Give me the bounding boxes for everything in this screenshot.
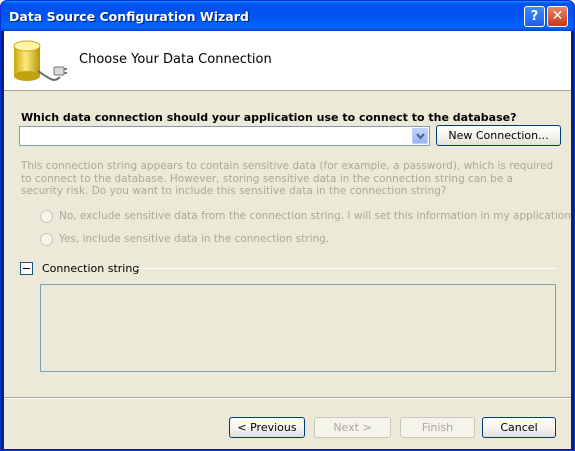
wizard-banner: Choose Your Data Connection (4, 31, 571, 91)
dropdown-arrow-button[interactable] (412, 128, 428, 144)
wizard-window: Data Source Configuration Wizard ? ✕ Cho… (0, 0, 575, 451)
help-button[interactable]: ? (524, 6, 545, 27)
connection-string-textbox[interactable] (40, 284, 556, 372)
data-connection-dropdown[interactable] (19, 126, 430, 146)
title-bar[interactable]: Data Source Configuration Wizard ? ✕ (1, 1, 574, 31)
previous-button[interactable]: < Previous (229, 417, 305, 438)
close-button[interactable]: ✕ (547, 6, 568, 27)
finish-button[interactable]: Finish (400, 417, 475, 438)
new-connection-button[interactable]: New Connection... (436, 125, 561, 146)
group-divider (134, 268, 556, 269)
connection-string-label: Connection string (42, 262, 140, 275)
connection-question-label: Which data connection should your applic… (21, 111, 517, 124)
collapse-toggle-icon[interactable] (20, 262, 33, 275)
exclude-sensitive-radio[interactable] (40, 210, 53, 223)
database-plug-icon (13, 40, 67, 81)
dialog-client: Choose Your Data Connection Which data c… (4, 31, 574, 449)
sensitive-data-info: This connection string appears to contai… (21, 160, 554, 197)
window-title: Data Source Configuration Wizard (9, 9, 249, 24)
chevron-down-icon (416, 133, 425, 140)
include-sensitive-radio[interactable] (40, 233, 53, 246)
cancel-button[interactable]: Cancel (482, 417, 556, 438)
include-sensitive-label: Yes, include sensitive data in the conne… (59, 233, 330, 245)
footer-separator (4, 397, 571, 399)
page-title: Choose Your Data Connection (79, 52, 272, 67)
next-button[interactable]: Next > (314, 417, 391, 438)
exclude-sensitive-label: No, exclude sensitive data from the conn… (59, 210, 575, 222)
